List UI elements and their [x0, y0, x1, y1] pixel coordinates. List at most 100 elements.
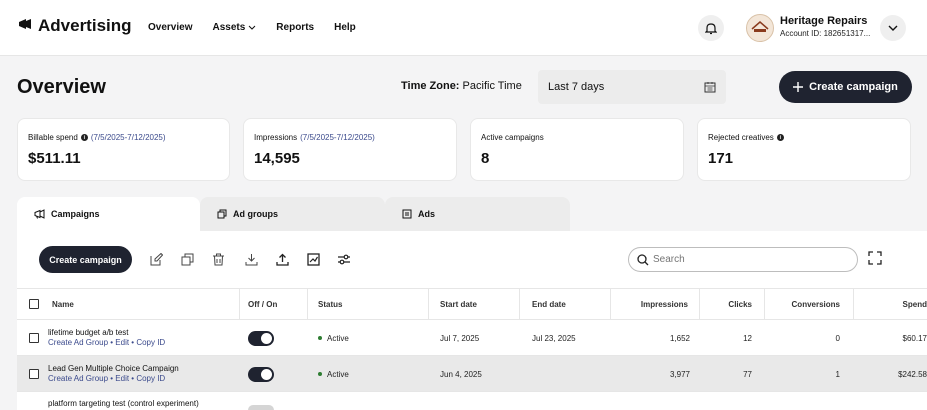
column-end-date[interactable]: End date [532, 289, 566, 319]
column-impressions[interactable]: Impressions [611, 289, 688, 319]
search-field[interactable] [628, 247, 858, 272]
card-label: Active campaigns [481, 133, 544, 142]
on-off-toggle[interactable] [248, 405, 274, 410]
column-start-date[interactable]: Start date [440, 289, 477, 319]
row-checkbox-cell[interactable] [29, 320, 39, 356]
top-bar: Advertising Overview Assets Reports Help… [0, 0, 927, 56]
nav-help[interactable]: Help [334, 22, 356, 33]
download-icon [245, 253, 257, 265]
nav-assets-label: Assets [212, 22, 246, 33]
create-campaign-button[interactable]: Create campaign [779, 71, 912, 103]
column-off-on[interactable]: Off / On [248, 289, 277, 319]
column-status[interactable]: Status [318, 289, 342, 319]
megaphone-icon [34, 209, 45, 219]
start-date-cell: Jul 7, 2025 [440, 333, 480, 343]
avatar[interactable] [746, 14, 774, 42]
report-button[interactable] [305, 251, 321, 267]
nav-assets[interactable]: Assets [212, 22, 256, 33]
account-logo-icon [751, 21, 769, 32]
end-date-cell: Jul 23, 2025 [532, 333, 576, 343]
trash-icon [212, 253, 224, 265]
timezone-value: Pacific Time [462, 80, 522, 92]
brand[interactable]: Advertising [18, 16, 132, 36]
spend-cell: $60.17 [902, 333, 927, 343]
ad-icon [402, 209, 412, 219]
timezone-label: Time Zone: [401, 80, 460, 92]
checkbox[interactable] [29, 369, 39, 379]
campaign-name[interactable]: lifetime budget a/b test [48, 328, 129, 338]
card-range: (7/5/2025-7/12/2025) [90, 133, 166, 142]
spend-cell: $242.58 [898, 369, 927, 379]
campaign-name-cell: Lead Gen Multiple Choice Campaign Create… [48, 356, 179, 392]
tab-ad-groups[interactable]: Ad groups [200, 197, 385, 231]
calendar-icon [704, 82, 716, 93]
filter-settings-button[interactable] [336, 251, 352, 267]
metric-card-rejected-creatives: Rejected creatives i 171 [697, 118, 911, 181]
column-name[interactable]: Name [52, 289, 74, 319]
checkbox[interactable] [29, 299, 39, 309]
row-checkbox-cell[interactable] [29, 356, 39, 392]
card-value: 171 [708, 150, 734, 167]
table-row[interactable]: lifetime budget a/b test Create Ad Group… [17, 320, 927, 356]
upload-button[interactable] [274, 251, 290, 267]
tab-bar: Campaigns Ad groups Ads [17, 197, 570, 231]
toggle-cell [248, 356, 274, 392]
brand-title: Advertising [38, 16, 132, 35]
megaphone-icon [18, 16, 32, 36]
nav-overview[interactable]: Overview [148, 22, 192, 33]
status-cell: Active [318, 356, 349, 392]
nav-reports[interactable]: Reports [276, 22, 314, 33]
column-clicks[interactable]: Clicks [700, 289, 752, 319]
expand-icon [868, 251, 882, 265]
campaign-name[interactable]: platform targeting test (control experim… [48, 399, 199, 409]
column-conversions[interactable]: Conversions [765, 289, 840, 319]
table-row[interactable]: platform targeting test (control experim… [17, 399, 927, 410]
download-button[interactable] [243, 251, 259, 267]
stack-icon [217, 209, 227, 219]
clicks-cell: 12 [743, 333, 752, 343]
card-label: Impressions [254, 133, 298, 142]
info-icon[interactable]: i [776, 134, 784, 141]
on-off-toggle[interactable] [248, 366, 274, 382]
column-spend[interactable]: Spend [854, 289, 927, 319]
account-name[interactable]: Heritage Repairs [780, 15, 867, 27]
tab-ads[interactable]: Ads [385, 197, 570, 231]
metric-card-impressions: Impressions (7/5/2025-7/12/2025) 14,595 [243, 118, 457, 181]
card-label: Billable spend [28, 133, 78, 142]
campaign-name[interactable]: Lead Gen Multiple Choice Campaign [48, 364, 179, 374]
conversions-cell: 0 [835, 333, 840, 343]
search-input[interactable] [653, 254, 843, 265]
timezone: Time Zone: Pacific Time [401, 80, 522, 92]
chevron-down-icon [888, 25, 898, 31]
checkbox[interactable] [29, 333, 39, 343]
create-campaign-label: Create campaign [809, 81, 898, 93]
table-row[interactable]: Lead Gen Multiple Choice Campaign Create… [17, 356, 927, 392]
duplicate-button[interactable] [179, 251, 195, 267]
page-title: Overview [17, 76, 106, 98]
info-icon[interactable]: i [80, 134, 88, 141]
date-range-picker[interactable]: Last 7 days [538, 70, 726, 104]
notifications-button[interactable] [698, 15, 724, 41]
account-id: Account ID: 182651317... [780, 29, 871, 38]
search-icon [637, 253, 649, 265]
delete-button[interactable] [210, 251, 226, 267]
campaign-actions[interactable]: Create Ad Group • Edit • Copy ID [48, 374, 165, 384]
create-campaign-small-button[interactable]: Create campaign [39, 246, 132, 273]
conversions-cell: 1 [835, 369, 840, 379]
campaigns-panel: Create campaign Name Off / On Status Sta… [17, 231, 927, 410]
clicks-cell: 77 [743, 369, 752, 379]
on-off-toggle[interactable] [248, 330, 274, 346]
metric-card-active-campaigns: Active campaigns 8 [470, 118, 684, 181]
select-all-checkbox[interactable] [29, 289, 39, 319]
tab-campaigns[interactable]: Campaigns [17, 197, 200, 231]
card-value: 8 [481, 150, 490, 167]
fullscreen-button[interactable] [868, 251, 884, 267]
edit-button[interactable] [148, 251, 164, 267]
campaign-actions[interactable]: Create Ad Group • Edit • Copy ID [48, 338, 165, 348]
tab-ad-groups-label: Ad groups [233, 209, 278, 219]
duplicate-icon [181, 253, 193, 265]
status-dot-icon [318, 336, 322, 340]
table-header: Name Off / On Status Start date End date… [17, 288, 927, 320]
account-menu-button[interactable] [880, 15, 906, 41]
chart-icon [306, 252, 320, 266]
